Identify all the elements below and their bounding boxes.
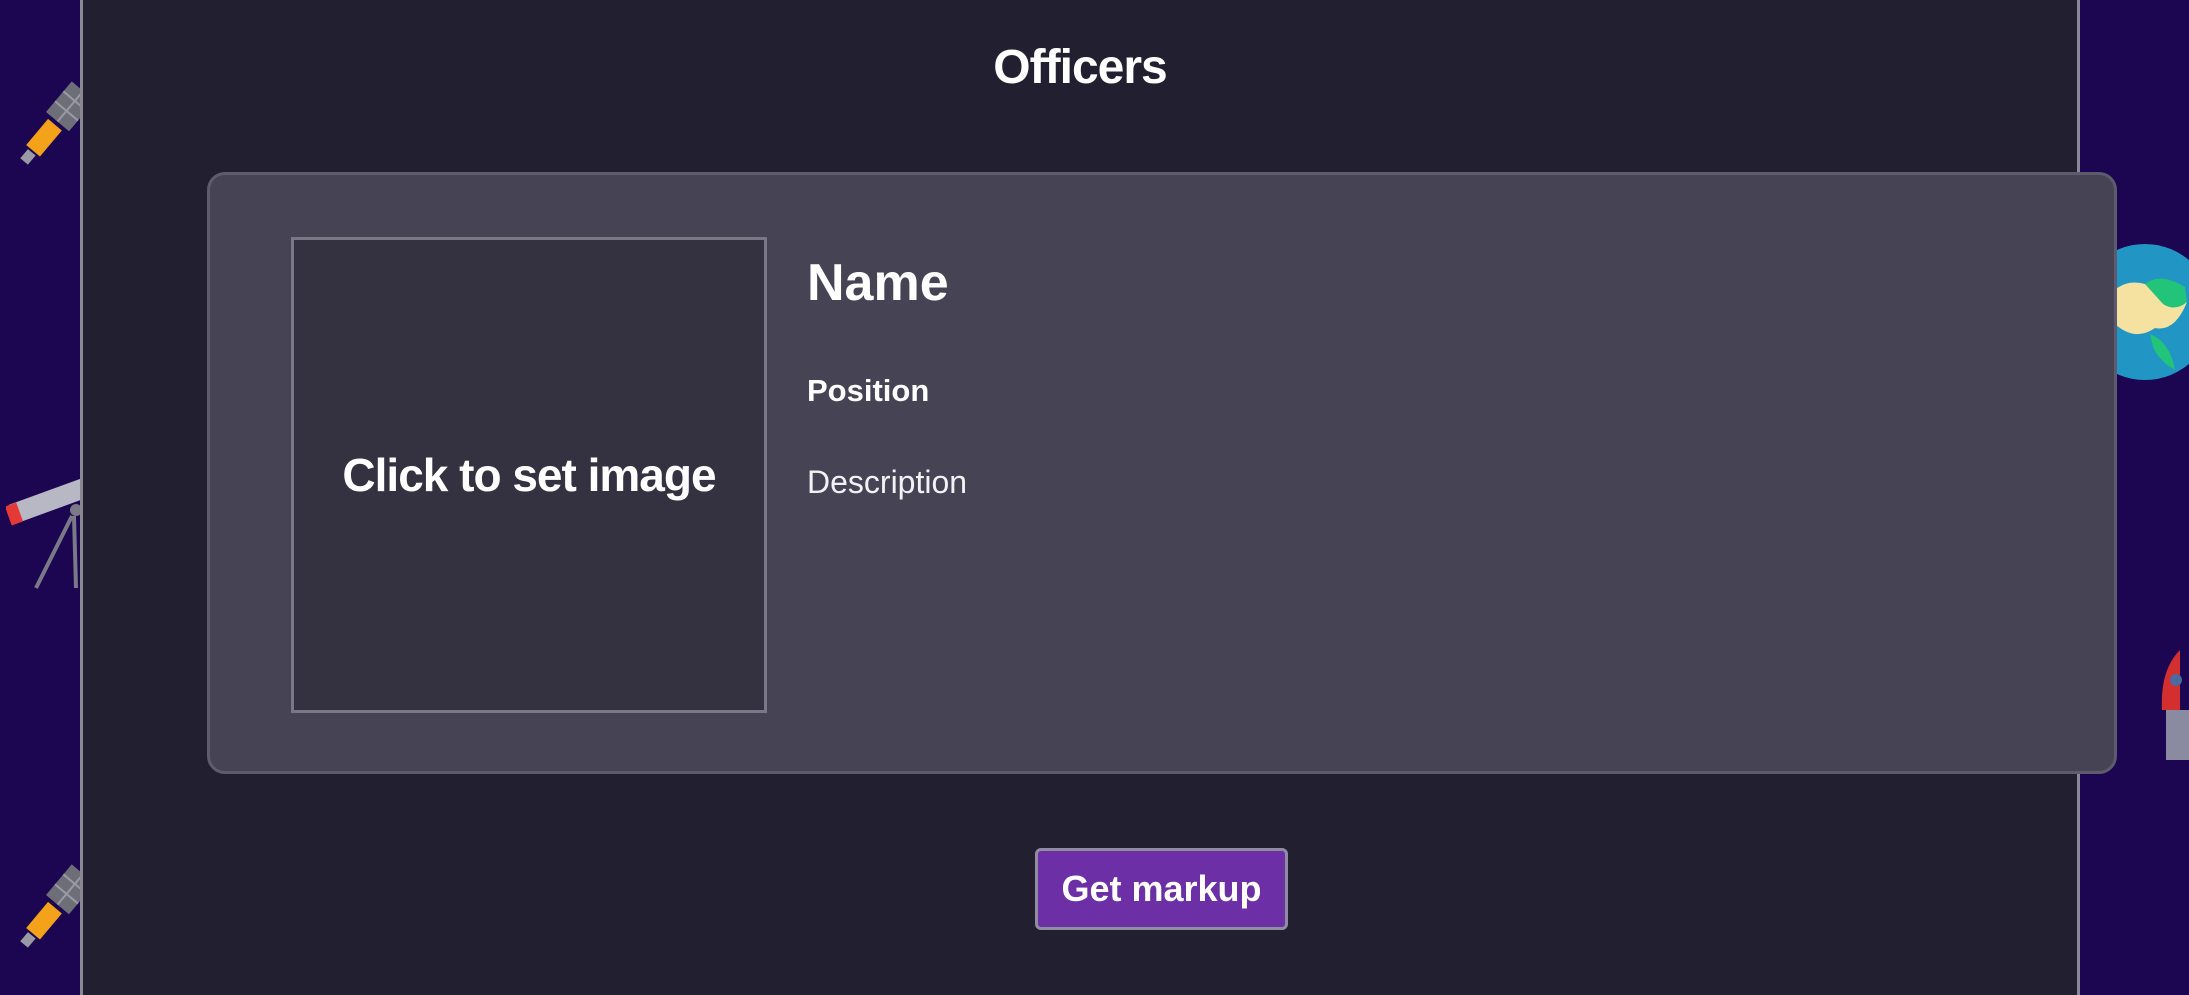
image-placeholder-label: Click to set image (342, 449, 716, 501)
main-panel: Officers Click to set image Name Positio… (80, 0, 2117, 995)
officer-card: Click to set image Name Position Descrip… (207, 172, 2117, 774)
satellite-icon (20, 81, 88, 165)
get-markup-button[interactable]: Get markup (1035, 848, 1288, 930)
satellite-icon (20, 864, 88, 948)
page-title: Officers (993, 41, 1167, 94)
officer-position[interactable]: Position (807, 373, 929, 409)
officer-image-placeholder[interactable]: Click to set image (291, 237, 767, 713)
officer-name[interactable]: Name (807, 253, 949, 313)
officer-description[interactable]: Description (807, 464, 967, 501)
rocket-icon (2161, 650, 2189, 760)
telescope-icon (6, 478, 82, 589)
